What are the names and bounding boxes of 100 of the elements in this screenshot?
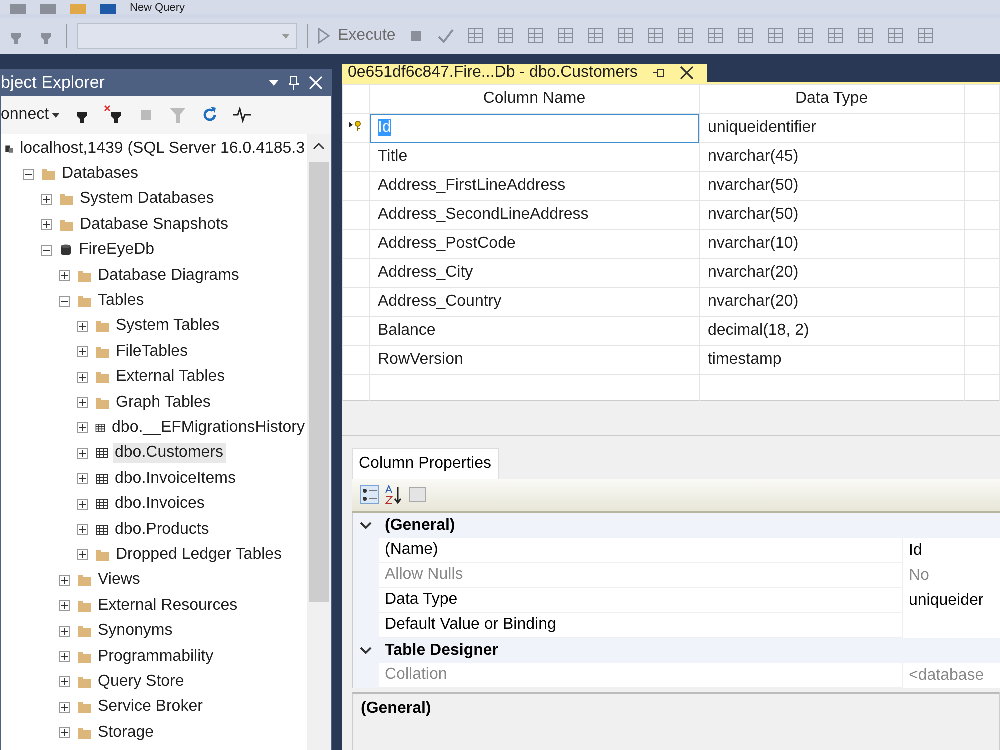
properties-tab[interactable]: Column Properties (352, 448, 498, 479)
database-icon (59, 243, 73, 258)
pin-icon[interactable] (652, 67, 666, 79)
folder-icon (95, 396, 110, 410)
folder-icon (77, 624, 92, 638)
expand-icon[interactable] (77, 549, 88, 560)
expand-icon[interactable] (77, 524, 88, 536)
tree-item[interactable]: Storage (96, 722, 156, 743)
folder-icon (59, 192, 74, 206)
table-cell[interactable]: Balance (378, 322, 436, 339)
table-cell[interactable]: Address_City (378, 264, 474, 281)
expand-icon[interactable] (59, 702, 70, 713)
execute-button[interactable]: Execute (318, 27, 396, 45)
tree-item[interactable]: dbo.Invoices (113, 494, 207, 514)
column-header[interactable]: Column Name (370, 84, 700, 114)
scroll-up-icon[interactable] (313, 142, 325, 150)
expand-icon[interactable] (77, 346, 88, 358)
expand-icon[interactable] (77, 372, 88, 383)
property-value[interactable]: Id (909, 542, 922, 560)
expand-icon[interactable] (59, 626, 70, 637)
expand-icon[interactable] (59, 574, 70, 586)
tree-item[interactable]: dbo.Customers (113, 443, 226, 464)
table-cell[interactable]: Title (378, 148, 408, 165)
section-header: (General) (385, 516, 456, 534)
tree-item[interactable]: Databases (60, 164, 140, 184)
property-name: (Name) (385, 541, 438, 559)
tree-item[interactable]: dbo.InvoiceItems (113, 468, 238, 489)
tree-item[interactable]: Synonyms (96, 621, 175, 642)
play-icon (318, 28, 330, 44)
folder-icon (59, 218, 74, 232)
collapse-icon[interactable] (41, 244, 52, 256)
tree-item[interactable]: Database Diagrams (96, 266, 242, 286)
expand-icon[interactable] (59, 676, 70, 688)
tree-item[interactable]: Views (96, 570, 142, 590)
folder-icon (95, 548, 110, 562)
tree-item[interactable]: FileTables (114, 342, 190, 362)
expand-icon[interactable] (59, 600, 70, 612)
expand-icon[interactable] (77, 422, 88, 434)
property-name: Collation (385, 666, 448, 684)
table-cell[interactable]: timestamp (708, 351, 782, 368)
tree-item[interactable]: Query Store (96, 672, 186, 692)
folder-icon (95, 319, 110, 334)
tree-item[interactable]: External Resources (96, 596, 240, 616)
section-header: Table Designer (385, 642, 499, 660)
expand-icon[interactable] (41, 219, 52, 230)
panel-title: bject Explorer (1, 73, 106, 93)
folder-icon (41, 167, 56, 182)
expand-icon[interactable] (77, 498, 88, 510)
property-name: Default Value or Binding (385, 616, 556, 634)
expand-icon[interactable] (77, 397, 88, 408)
tree-item[interactable]: Tables (96, 291, 146, 312)
tree-item[interactable]: localhost,1439 (SQL Server 16.0.4185.3 (18, 138, 307, 159)
collapse-icon[interactable] (23, 168, 34, 180)
expand-icon[interactable] (59, 651, 70, 662)
table-icon (95, 522, 109, 537)
property-name: Data Type (385, 591, 458, 609)
scrollbar-thumb[interactable] (309, 162, 329, 602)
folder-icon (95, 344, 110, 359)
tree-item[interactable]: Programmability (96, 646, 216, 666)
property-name: Allow Nulls (385, 566, 464, 584)
expand-icon[interactable] (77, 320, 88, 332)
folder-icon (77, 650, 92, 664)
new-query-button[interactable]: New Query (130, 2, 186, 14)
key-icon (349, 120, 363, 132)
activity-icon[interactable] (232, 105, 252, 125)
tree-item[interactable]: dbo.Products (113, 520, 212, 540)
dropdown-icon[interactable] (269, 80, 279, 86)
caret-icon (52, 112, 60, 118)
document-tab[interactable]: 0e651df6c847.Fire...Db - dbo.Customers (342, 64, 707, 82)
expand-icon[interactable] (59, 727, 70, 738)
tree-item[interactable]: dbo.__EFMigrationsHistory (110, 418, 307, 438)
expand-icon[interactable] (59, 270, 70, 282)
connect-button[interactable]: onnect (1, 106, 60, 124)
table-cell[interactable]: RowVersion (378, 351, 464, 368)
expand-icon[interactable] (77, 473, 88, 484)
folder-icon (77, 573, 92, 588)
table-icon (95, 472, 109, 486)
description-title: (General) (361, 700, 432, 717)
tree-item[interactable]: Graph Tables (114, 392, 213, 413)
tree-item[interactable]: Service Broker (96, 697, 205, 718)
tree-item[interactable]: Database Snapshots (78, 214, 231, 235)
tree-item[interactable]: FireEyeDb (77, 240, 157, 260)
folder-icon (95, 370, 110, 384)
close-icon[interactable] (680, 66, 694, 80)
folder-icon (77, 294, 92, 308)
tree-item[interactable]: Dropped Ledger Tables (114, 544, 284, 565)
sort-alphabetical-icon[interactable] (384, 485, 404, 505)
collapse-icon[interactable] (360, 522, 372, 530)
categorized-icon[interactable] (360, 485, 380, 505)
collapse-icon[interactable] (59, 296, 70, 307)
expand-icon[interactable] (41, 194, 52, 205)
expand-icon[interactable] (77, 448, 88, 459)
tree-item[interactable]: System Tables (114, 316, 222, 336)
folder-icon (77, 726, 92, 740)
property-value[interactable]: uniqueider (909, 592, 984, 610)
tree-item[interactable]: System Databases (78, 189, 216, 210)
column-header[interactable]: Data Type (699, 84, 964, 114)
folder-icon (77, 700, 92, 714)
tree-item[interactable]: External Tables (114, 367, 228, 388)
collapse-icon[interactable] (360, 646, 372, 654)
